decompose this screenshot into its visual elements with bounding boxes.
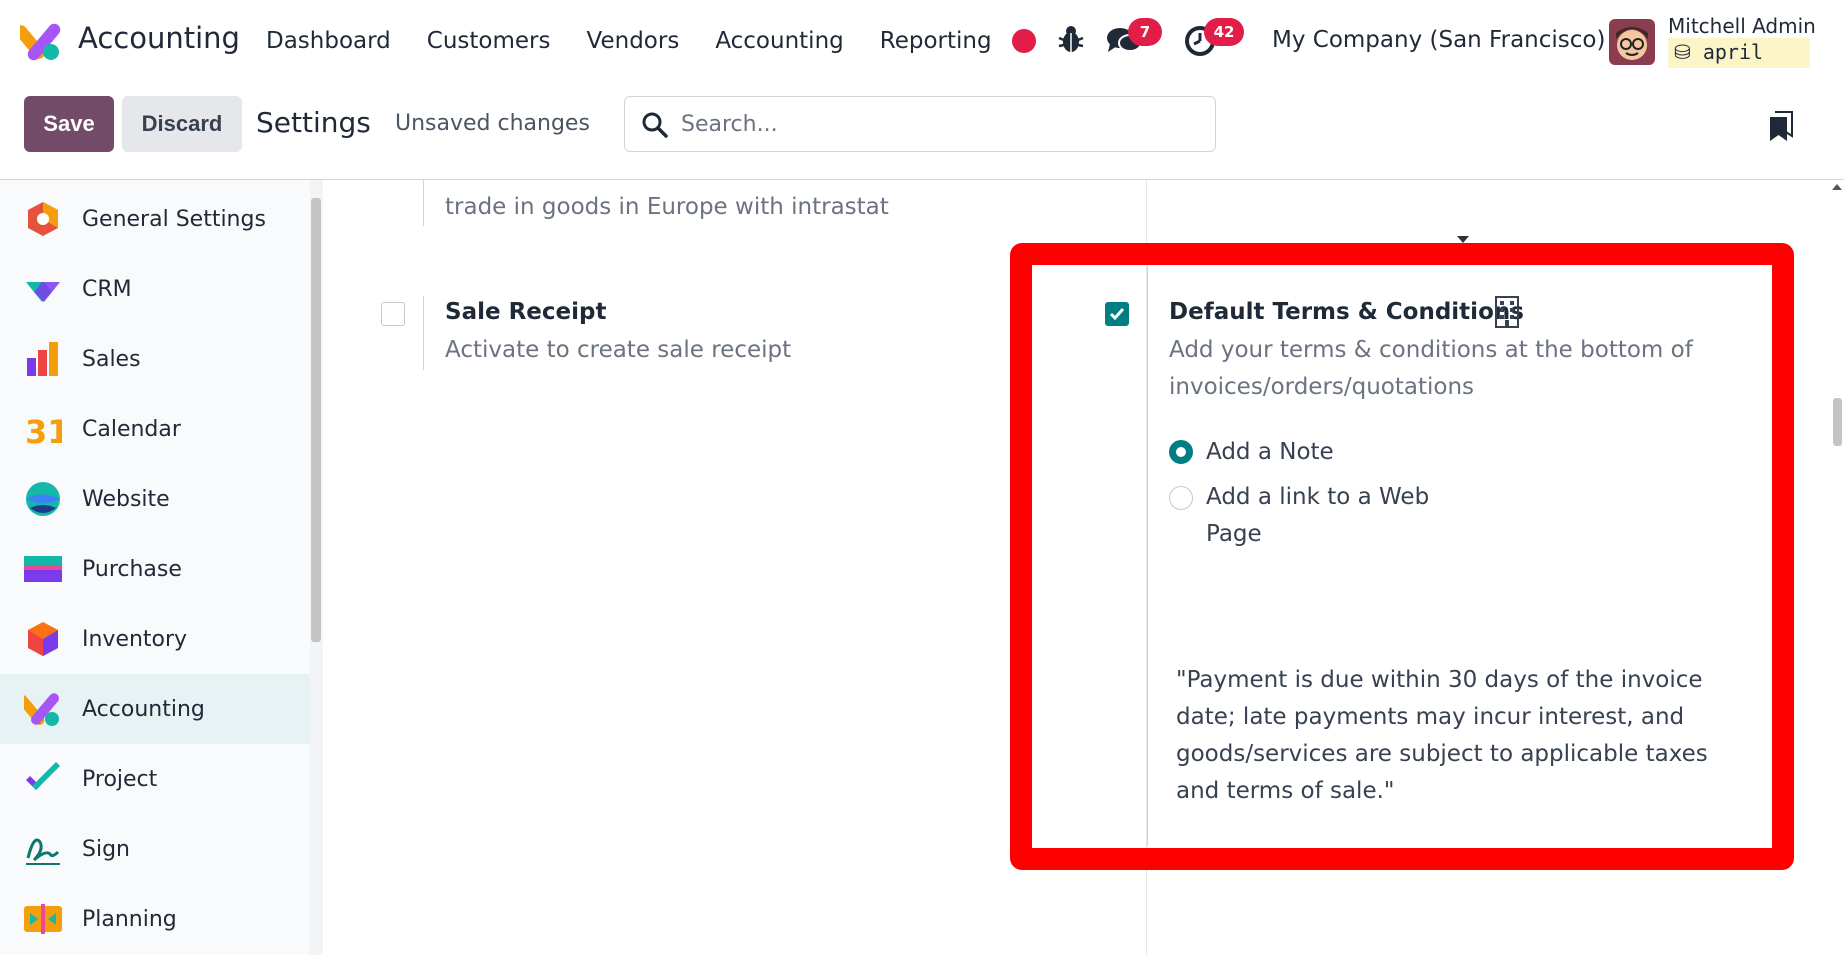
main-scrollbar-thumb[interactable] <box>1833 398 1842 446</box>
menu-vendors[interactable]: Vendors <box>587 28 680 54</box>
radio-add-link[interactable] <box>1169 486 1193 510</box>
search-icon <box>642 112 668 138</box>
main-scrollbar[interactable] <box>1831 180 1844 955</box>
user-avatar[interactable] <box>1609 19 1655 65</box>
sidebar-item-label: Calendar <box>82 416 181 442</box>
intrastat-description: trade in goods in Europe with intrastat <box>445 194 889 220</box>
main-menu: Dashboard Customers Vendors Accounting R… <box>248 0 1010 82</box>
inventory-icon <box>28 622 58 656</box>
save-button[interactable]: Save <box>24 96 114 152</box>
dropdown-caret-icon <box>1457 236 1469 243</box>
sidebar-item-planning[interactable]: Planning <box>0 884 310 954</box>
general-settings-icon <box>28 202 58 236</box>
accounting-logo-icon[interactable] <box>20 20 62 62</box>
setting-divider <box>1147 266 1148 846</box>
activity-count-badge: 42 <box>1204 18 1244 46</box>
company-building-icon <box>1495 296 1519 328</box>
settings-sidebar: General Settings CRM Sales 31 Calendar W… <box>0 180 310 955</box>
database-chip: ⛁ april <box>1668 38 1810 68</box>
menu-dashboard[interactable]: Dashboard <box>266 28 391 54</box>
sidebar-item-label: CRM <box>82 276 132 302</box>
sidebar-item-accounting[interactable]: Accounting <box>0 674 310 744</box>
terms-note-field[interactable]: "Payment is due within 30 days of the in… <box>1176 662 1716 810</box>
page-title: Settings <box>256 106 371 139</box>
sidebar-item-inventory[interactable]: Inventory <box>0 604 310 674</box>
sidebar-item-label: Project <box>82 766 158 792</box>
setting-divider <box>423 180 424 226</box>
sale-receipt-checkbox[interactable] <box>381 302 405 326</box>
sidebar-item-label: General Settings <box>82 206 266 232</box>
menu-accounting[interactable]: Accounting <box>715 28 843 54</box>
sidebar-scrollbar-thumb[interactable] <box>311 198 321 642</box>
radio-add-note[interactable] <box>1169 440 1193 464</box>
sales-icon <box>27 342 58 376</box>
top-navbar: Accounting Dashboard Customers Vendors A… <box>0 0 1844 82</box>
scroll-up-arrow-icon[interactable] <box>1832 184 1842 190</box>
unsaved-changes-indicator: Unsaved changes <box>395 111 590 136</box>
sidebar-item-general-settings[interactable]: General Settings <box>0 184 310 254</box>
sidebar-item-label: Sign <box>82 836 130 862</box>
database-icon: ⛁ <box>1674 40 1691 64</box>
app-name[interactable]: Accounting <box>78 21 240 55</box>
checkmark-icon <box>1109 308 1125 321</box>
settings-content <box>323 180 1831 955</box>
sale-receipt-title: Sale Receipt <box>445 299 607 325</box>
planning-icon <box>24 904 62 934</box>
sidebar-item-website[interactable]: Website <box>0 464 310 534</box>
radio-add-link-label[interactable]: Add a link to a Web Page <box>1206 479 1436 553</box>
sidebar-item-label: Accounting <box>82 696 205 722</box>
sidebar-item-project[interactable]: Project <box>0 744 310 814</box>
company-switcher[interactable]: My Company (San Francisco) <box>1272 27 1605 53</box>
menu-customers[interactable]: Customers <box>427 28 551 54</box>
sale-receipt-description: Activate to create sale receipt <box>445 337 792 363</box>
default-terms-checkbox[interactable] <box>1105 302 1129 326</box>
record-indicator-icon[interactable] <box>1012 29 1036 53</box>
search-input[interactable] <box>681 105 1201 143</box>
discard-button[interactable]: Discard <box>122 96 242 152</box>
website-icon <box>26 482 60 516</box>
debug-bug-icon[interactable] <box>1058 24 1084 54</box>
menu-reporting[interactable]: Reporting <box>880 28 992 54</box>
calendar-icon: 31 <box>25 413 62 448</box>
sign-icon <box>26 838 60 865</box>
sidebar-item-sign[interactable]: Sign <box>0 814 310 884</box>
avatar-face-icon <box>1609 19 1655 65</box>
purchase-icon <box>24 556 62 582</box>
sidebar-item-label: Inventory <box>82 626 188 652</box>
sidebar-item-purchase[interactable]: Purchase <box>0 534 310 604</box>
crm-icon <box>26 282 60 302</box>
sidebar-item-crm[interactable]: CRM <box>0 254 310 324</box>
sidebar-item-label: Sales <box>82 346 141 372</box>
project-icon <box>26 762 60 790</box>
svg-text:31: 31 <box>25 413 62 448</box>
sidebar-item-sales[interactable]: Sales <box>0 324 310 394</box>
search-box[interactable] <box>624 96 1216 152</box>
sidebar-item-label: Website <box>82 486 170 512</box>
bookmark-icon[interactable] <box>1768 110 1794 142</box>
sidebar-item-label: Purchase <box>82 556 182 582</box>
sidebar-item-calendar[interactable]: 31 Calendar <box>0 394 310 464</box>
sidebar-item-label: Planning <box>82 906 177 932</box>
radio-add-note-label[interactable]: Add a Note <box>1206 434 1334 471</box>
messages-count-badge: 7 <box>1128 18 1162 46</box>
default-terms-description: Add your terms & conditions at the botto… <box>1169 337 1693 400</box>
user-name[interactable]: Mitchell Admin <box>1668 14 1816 38</box>
default-terms-title: Default Terms & Conditions <box>1169 299 1524 325</box>
setting-divider <box>423 296 424 370</box>
database-name: april <box>1702 40 1764 64</box>
accounting-icon <box>24 693 59 726</box>
